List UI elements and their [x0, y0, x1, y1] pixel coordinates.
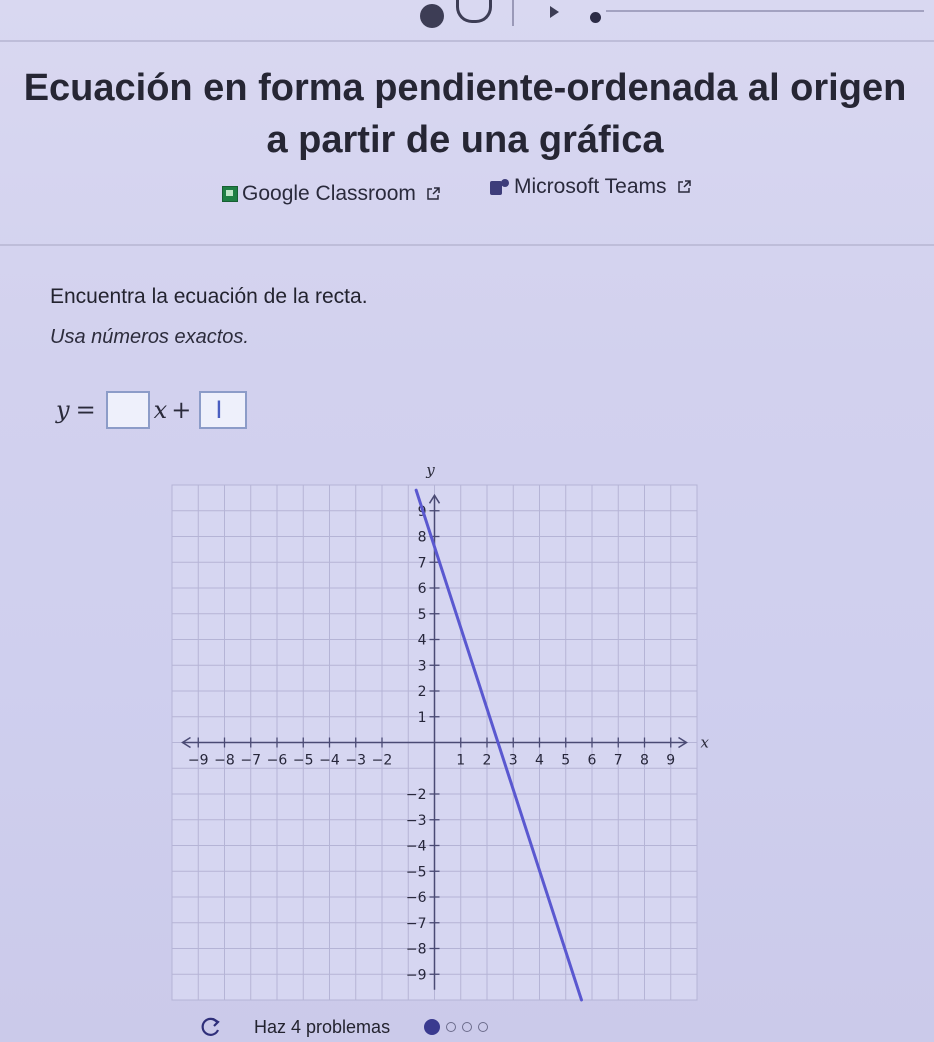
y-tick-label: −6	[406, 890, 427, 906]
text-cursor-icon: I	[215, 396, 223, 424]
page-title: Ecuación en forma pendiente-ordenada al …	[23, 67, 907, 161]
intercept-input[interactable]: I	[199, 391, 248, 429]
x-tick-label: −5	[293, 753, 314, 769]
x-tick-label: 8	[640, 753, 649, 769]
y-tick-label: −2	[406, 787, 427, 803]
x-tick-label: −8	[214, 753, 235, 769]
y-tick-label: −4	[406, 839, 427, 855]
x-tick-label: 2	[483, 753, 492, 769]
external-link-icon	[677, 180, 691, 193]
x-tick-label: 3	[509, 753, 518, 769]
y-tick-label: 8	[418, 530, 427, 546]
progress-dot-done	[424, 1019, 441, 1035]
plus-sign: +	[171, 396, 192, 424]
x-variable: x	[153, 396, 168, 424]
problem-count-label: Haz 4 problemas	[254, 1016, 391, 1037]
divider	[512, 0, 514, 26]
progress-dot-icon	[420, 4, 444, 28]
x-tick-label: 1	[456, 753, 465, 769]
y-tick-label: −5	[406, 864, 427, 880]
progress-dot-pending	[446, 1022, 457, 1032]
y-axis-label: y	[425, 461, 435, 479]
x-tick-label: 4	[535, 753, 544, 769]
y-tick-label: 7	[418, 555, 427, 571]
y-tick-label: −9	[406, 967, 427, 983]
x-tick-label: 7	[614, 753, 623, 769]
y-tick-label: 3	[418, 658, 427, 674]
progress-dot-pending	[462, 1022, 473, 1032]
progress-dot-pending	[478, 1022, 489, 1032]
x-tick-label: −9	[188, 753, 209, 769]
x-tick-label: −2	[372, 753, 393, 769]
x-axis-label: x	[701, 734, 710, 752]
y-tick-label: 4	[418, 633, 427, 649]
equation-lhs: y	[56, 396, 70, 424]
microsoft-teams-link[interactable]: Microsoft Teams	[490, 173, 691, 201]
progress-ring-icon	[456, 0, 492, 23]
divider	[0, 40, 934, 42]
x-tick-label: −4	[319, 753, 340, 769]
y-tick-label: −8	[406, 942, 427, 958]
question-instruction: Usa números exactos.	[50, 326, 249, 348]
coordinate-graph[interactable]: xy −9−8−7−6−5−4−3−2123456789987654321−2−…	[0, 455, 934, 1010]
x-tick-label: 6	[588, 753, 597, 769]
y-tick-label: 5	[418, 607, 427, 623]
y-tick-label: −3	[406, 813, 427, 829]
x-tick-label: −7	[240, 753, 261, 769]
progress-track	[606, 10, 924, 12]
equals-sign: =	[75, 396, 96, 424]
question-prompt: Encuentra la ecuación de la recta.	[50, 285, 368, 308]
external-link-icon	[427, 187, 440, 200]
microsoft-teams-label: Microsoft Teams	[514, 175, 667, 198]
progress-dot-icon	[590, 12, 601, 23]
x-tick-label: 5	[561, 753, 570, 769]
slope-input[interactable]	[105, 391, 150, 429]
top-progress-strip	[0, 0, 934, 40]
answer-equation: y = x + I	[56, 390, 251, 430]
progress-dots	[424, 1019, 489, 1035]
practice-footer: Haz 4 problemas	[200, 1012, 489, 1042]
google-classroom-link[interactable]: Google Classroom	[222, 180, 440, 208]
play-arrow-icon	[550, 6, 559, 18]
google-classroom-label: Google Classroom	[242, 182, 416, 205]
retry-icon[interactable]	[200, 1016, 222, 1038]
x-tick-label: 9	[666, 753, 675, 769]
y-tick-label: 2	[418, 684, 427, 700]
divider	[0, 244, 934, 246]
x-tick-label: −3	[345, 753, 366, 769]
y-tick-label: 6	[418, 581, 427, 597]
y-tick-label: 1	[418, 710, 427, 726]
y-tick-label: −7	[406, 916, 427, 932]
google-classroom-icon	[222, 186, 238, 202]
x-tick-label: −6	[267, 753, 288, 769]
microsoft-teams-icon	[490, 178, 510, 196]
